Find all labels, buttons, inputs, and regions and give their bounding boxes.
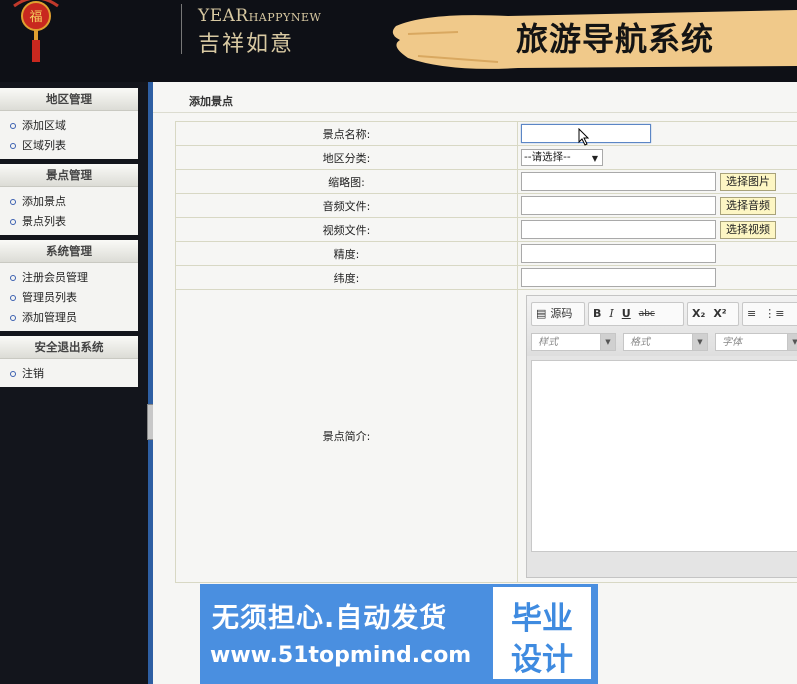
system-title: 旅游导航系统	[516, 20, 715, 58]
longitude-input[interactable]	[521, 244, 716, 263]
underline-button[interactable]: U	[618, 304, 635, 324]
bullet-icon	[10, 295, 16, 301]
region-category-label: 地区分类:	[175, 145, 518, 170]
menu-group-scenic: 景点管理 添加景点 景点列表	[0, 164, 138, 235]
subscript-button[interactable]: X₂	[688, 304, 709, 324]
bullet-icon	[10, 315, 16, 321]
script-group: X₂ X²	[687, 302, 739, 326]
mouse-cursor-icon	[578, 128, 590, 146]
scenic-intro-label: 景点简介:	[175, 289, 518, 583]
logo-divider	[181, 4, 182, 54]
menu-group-region: 地区管理 添加区域 区域列表	[0, 88, 138, 159]
select-audio-button[interactable]: 选择音频	[720, 196, 776, 215]
menu-title-system[interactable]: 系统管理	[0, 240, 138, 263]
rich-text-editor: ▤ 源码 B I U abc X₂ X² ≡ ⋮≡ 样式 ▼ 格式 ▼ 字体 ▼	[526, 295, 797, 578]
longitude-label: 精度:	[175, 241, 518, 266]
select-image-button[interactable]: 选择图片	[720, 172, 776, 191]
sidebar-item-member-management[interactable]: 注册会员管理	[0, 268, 138, 288]
style-combo[interactable]: 样式 ▼	[531, 333, 616, 351]
strikethrough-button[interactable]: abc	[635, 304, 659, 324]
sidebar-item-region-list[interactable]: 区域列表	[0, 136, 138, 156]
audio-file-input[interactable]	[521, 196, 716, 215]
sidebar-item-add-region[interactable]: 添加区域	[0, 116, 138, 136]
text-style-group: B I U abc	[588, 302, 684, 326]
document-icon: ▤	[536, 307, 547, 320]
bullet-icon	[10, 123, 16, 129]
thumbnail-label: 缩略图:	[175, 169, 518, 194]
select-video-button[interactable]: 选择视频	[720, 220, 776, 239]
bulleted-list-icon[interactable]: ⋮≡	[760, 304, 788, 324]
video-file-input[interactable]	[521, 220, 716, 239]
source-button[interactable]: ▤ 源码	[531, 302, 585, 326]
latitude-input[interactable]	[521, 268, 716, 287]
list-group: ≡ ⋮≡	[742, 302, 797, 326]
italic-button[interactable]: I	[605, 304, 617, 324]
form-row-name: 景点名称:	[175, 121, 797, 146]
watermark-banner: 无须担心.自动发货 www.51topmind.com 毕业 设计	[200, 584, 598, 684]
menu-group-logout: 安全退出系统 注销	[0, 336, 138, 387]
watermark-url: www.51topmind.com	[210, 643, 472, 668]
form-row-region: 地区分类: --请选择-- ▼	[175, 145, 797, 170]
watermark-badge: 毕业 设计	[493, 587, 591, 679]
bold-button[interactable]: B	[589, 304, 605, 324]
lantern-icon: 福	[13, 0, 59, 62]
menu-title-logout[interactable]: 安全退出系统	[0, 336, 138, 359]
bullet-icon	[10, 143, 16, 149]
form-row-audio: 音频文件: 选择音频	[175, 193, 797, 218]
year-happynew-text: YEARHAPPYNEW	[198, 6, 322, 26]
menu-title-scenic[interactable]: 景点管理	[0, 164, 138, 187]
editor-content-area[interactable]	[531, 360, 797, 552]
scenic-name-label: 景点名称:	[175, 121, 518, 146]
header-banner: 福 YEARHAPPYNEW 吉祥如意 旅游导航系统	[0, 0, 797, 82]
watermark-slogan: 无须担心.自动发货	[212, 603, 448, 634]
sidebar: 地区管理 添加区域 区域列表 景点管理 添加景点 景点列表 系统管理 注册会员管…	[0, 88, 138, 392]
page-title: 添加景点	[189, 95, 233, 108]
sidebar-item-scenic-list[interactable]: 景点列表	[0, 212, 138, 232]
chevron-down-icon: ▼	[787, 334, 797, 350]
font-combo[interactable]: 字体 ▼	[715, 333, 797, 351]
editor-toolbar: ▤ 源码 B I U abc X₂ X² ≡ ⋮≡ 样式 ▼ 格式 ▼ 字体 ▼	[527, 296, 797, 356]
chevron-down-icon: ▼	[591, 154, 598, 163]
audio-file-label: 音频文件:	[175, 193, 518, 218]
numbered-list-icon[interactable]: ≡	[743, 304, 760, 324]
bullet-icon	[10, 199, 16, 205]
svg-text:福: 福	[29, 10, 42, 25]
menu-title-region[interactable]: 地区管理	[0, 88, 138, 111]
sidebar-item-add-scenic[interactable]: 添加景点	[0, 192, 138, 212]
page-header: 添加景点	[153, 82, 797, 113]
sidebar-item-admin-list[interactable]: 管理员列表	[0, 288, 138, 308]
sidebar-item-add-admin[interactable]: 添加管理员	[0, 308, 138, 328]
form-row-video: 视频文件: 选择视频	[175, 217, 797, 242]
menu-group-system: 系统管理 注册会员管理 管理员列表 添加管理员	[0, 240, 138, 331]
form-row-longitude: 精度:	[175, 241, 797, 266]
bullet-icon	[10, 275, 16, 281]
region-category-select[interactable]: --请选择-- ▼	[521, 149, 603, 166]
chevron-down-icon: ▼	[600, 334, 615, 350]
format-combo[interactable]: 格式 ▼	[623, 333, 708, 351]
latitude-label: 纬度:	[175, 265, 518, 290]
chevron-down-icon: ▼	[692, 334, 707, 350]
bullet-icon	[10, 371, 16, 377]
bullet-icon	[10, 219, 16, 225]
superscript-button[interactable]: X²	[709, 304, 730, 324]
sidebar-item-logout[interactable]: 注销	[0, 364, 138, 384]
video-file-label: 视频文件:	[175, 217, 518, 242]
blessing-text: 吉祥如意	[198, 32, 295, 57]
form-row-thumbnail: 缩略图: 选择图片	[175, 169, 797, 194]
thumbnail-input[interactable]	[521, 172, 716, 191]
form-row-latitude: 纬度:	[175, 265, 797, 290]
